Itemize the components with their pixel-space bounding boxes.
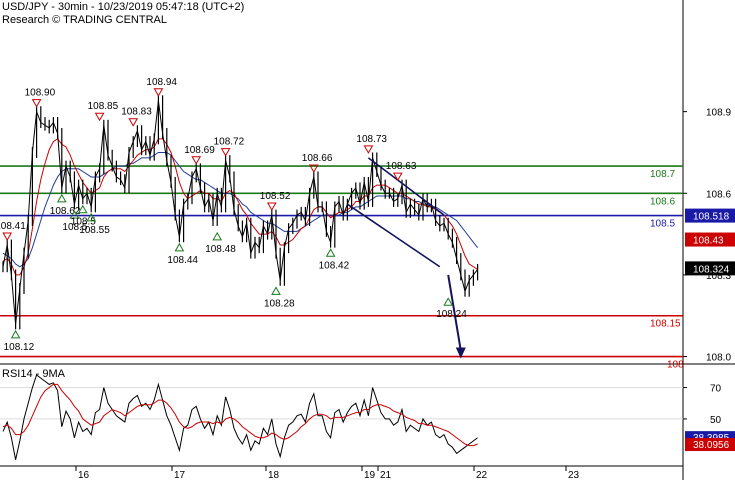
peak-marker — [266, 202, 277, 212]
time-tick-label: 19 — [364, 470, 376, 480]
chart-canvas: 108.9108.6108.3108.0705016 17 18 19 21 22 2310… — [0, 0, 735, 481]
last-price-tag: 108.324 — [693, 264, 730, 275]
peak-label: 108.94 — [146, 77, 177, 88]
peak-label: 108.41 — [0, 221, 26, 232]
price-tick-label: 108.9 — [706, 108, 731, 119]
peak-marker — [94, 112, 105, 122]
chart-source: Research © TRADING CENTRAL — [2, 14, 167, 26]
trough-marker — [443, 297, 454, 306]
usdjpy-chart: 108.9 108.6 108.3 108.0 70 50 16 17 18 19 21 22 23 10… — [0, 0, 735, 481]
rsi-ma-value-tag: 38.0956 — [693, 440, 730, 451]
peak-marker — [153, 88, 164, 97]
trough-marker — [271, 286, 281, 295]
trough-label: 108.24 — [436, 309, 467, 320]
peak-marker — [191, 156, 202, 165]
support-108-15-label: 108.15 — [650, 319, 681, 330]
trough-marker — [325, 248, 336, 257]
resistance-108-7-label: 108.7 — [650, 169, 675, 180]
support-108-label: 108 — [667, 360, 684, 371]
rsi-tick-label: 70 — [710, 384, 722, 395]
trough-label: 108.42 — [319, 260, 350, 271]
time-tick-label: 16 — [78, 470, 90, 480]
peak-marker — [220, 148, 231, 157]
peak-marker — [363, 145, 374, 154]
peak-marker — [31, 99, 42, 108]
rsi-panel-label: RSI14 - 9MA — [2, 368, 65, 380]
peak-label: 108.72 — [214, 137, 245, 148]
pivot-value-tag: 108.518 — [693, 212, 730, 223]
channel-lower-line — [346, 203, 441, 268]
peak-marker — [128, 118, 139, 127]
trough-label: 108.55 — [79, 225, 110, 236]
time-tick-label: 21 — [380, 470, 392, 480]
peak-label: 108.52 — [260, 191, 291, 202]
peak-label: 108.69 — [184, 145, 215, 156]
trough-marker — [56, 193, 67, 203]
resistance-108-6-label: 108.6 — [650, 196, 675, 207]
peak-label: 108.85 — [88, 101, 119, 112]
time-tick-label: 18 — [268, 470, 280, 480]
rsi-tick-label: 50 — [710, 415, 722, 426]
time-tick-label: 17 — [174, 470, 186, 480]
ma-value-tag: 108.43 — [693, 236, 724, 247]
time-tick-label: 23 — [568, 470, 580, 480]
peak-marker — [392, 172, 403, 182]
trough-label: 108.44 — [167, 255, 198, 266]
trough-label: 108.28 — [264, 298, 295, 309]
time-tick-label: 22 — [476, 470, 488, 480]
pivot-108-5-label: 108.5 — [650, 219, 675, 230]
peak-label: 108.73 — [356, 134, 387, 145]
peak-label: 108.63 — [386, 161, 417, 172]
trough-marker — [174, 242, 185, 252]
trough-marker — [10, 329, 21, 339]
price-tick-label: 108.6 — [706, 189, 731, 200]
trough-marker — [212, 231, 223, 241]
peak-label: 108.66 — [302, 153, 333, 164]
price-tick-label: 108.0 — [706, 353, 731, 364]
trough-label: 108.12 — [4, 342, 35, 353]
peak-label: 108.83 — [121, 107, 152, 118]
chart-title: USD/JPY - 30min - 10/23/2019 05:47:18 (U… — [2, 1, 245, 13]
peak-marker — [2, 232, 13, 241]
trough-label: 108.48 — [205, 244, 236, 255]
peak-label: 108.90 — [25, 88, 56, 99]
